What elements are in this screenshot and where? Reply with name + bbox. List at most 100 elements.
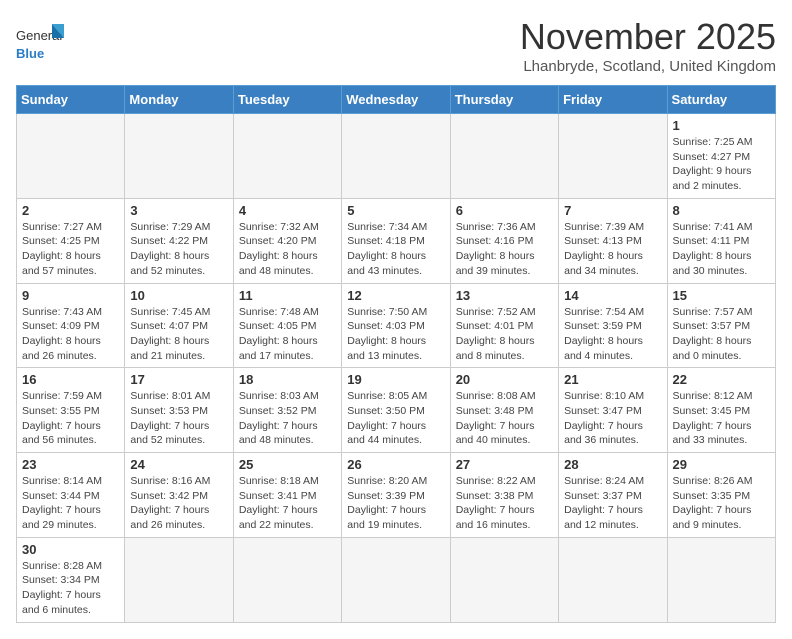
day-info: Sunrise: 7:45 AM Sunset: 4:07 PM Dayligh… <box>130 305 227 364</box>
day-number: 17 <box>130 372 227 387</box>
day-number: 26 <box>347 457 444 472</box>
day-info: Sunrise: 8:14 AM Sunset: 3:44 PM Dayligh… <box>22 474 119 533</box>
day-number: 30 <box>22 542 119 557</box>
calendar-day-cell: 25Sunrise: 8:18 AM Sunset: 3:41 PM Dayli… <box>233 453 341 538</box>
day-info: Sunrise: 8:18 AM Sunset: 3:41 PM Dayligh… <box>239 474 336 533</box>
calendar-day-cell: 13 Sunrise: 7:52 AM Sunset: 4:01 PM Dayli… <box>450 283 558 368</box>
page-header: General Blue November 2025 Lhanbryde, Sc… <box>16 16 776 75</box>
calendar-day-cell: 26 Sunrise: 8:20 AM Sunset: 3:39 PM Dayli… <box>342 453 450 538</box>
calendar-day-cell <box>450 537 558 622</box>
calendar-day-cell <box>559 114 667 199</box>
day-number: 19 <box>347 372 444 387</box>
day-number: 8 <box>673 203 770 218</box>
day-header-wednesday: Wednesday <box>342 86 450 114</box>
calendar-day-cell <box>342 537 450 622</box>
calendar-day-cell: 1 Sunrise: 7:25 AM Sunset: 4:27 PM Daylig… <box>667 114 775 199</box>
calendar-day-cell: 29 Sunrise: 8:26 AM Sunset: 3:35 PM Dayli… <box>667 453 775 538</box>
calendar-day-cell: 2 Sunrise: 7:27 AM Sunset: 4:25 PM Daylig… <box>17 198 125 283</box>
title-area: November 2025 Lhanbryde, Scotland, Unite… <box>520 16 776 75</box>
day-number: 14 <box>564 288 661 303</box>
calendar-day-cell: 7Sunrise: 7:39 AM Sunset: 4:13 PM Daylig… <box>559 198 667 283</box>
calendar-day-cell: 12 Sunrise: 7:50 AM Sunset: 4:03 PM Dayli… <box>342 283 450 368</box>
day-number: 3 <box>130 203 227 218</box>
day-header-friday: Friday <box>559 86 667 114</box>
day-number: 5 <box>347 203 444 218</box>
day-info: Sunrise: 7:50 AM Sunset: 4:03 PM Dayligh… <box>347 305 444 364</box>
calendar-day-cell: 5Sunrise: 7:34 AM Sunset: 4:18 PM Daylig… <box>342 198 450 283</box>
day-header-saturday: Saturday <box>667 86 775 114</box>
calendar-day-cell: 17 Sunrise: 8:01 AM Sunset: 3:53 PM Dayli… <box>125 368 233 453</box>
day-info: Sunrise: 7:36 AM Sunset: 4:16 PM Dayligh… <box>456 220 553 279</box>
calendar-day-cell <box>125 114 233 199</box>
month-title: November 2025 <box>520 16 776 58</box>
day-header-thursday: Thursday <box>450 86 558 114</box>
calendar-table: SundayMondayTuesdayWednesdayThursdayFrid… <box>16 85 776 623</box>
calendar-day-cell: 19Sunrise: 8:05 AM Sunset: 3:50 PM Dayli… <box>342 368 450 453</box>
day-header-monday: Monday <box>125 86 233 114</box>
calendar-week-1: 1 Sunrise: 7:25 AM Sunset: 4:27 PM Daylig… <box>17 114 776 199</box>
day-info: Sunrise: 8:26 AM Sunset: 3:35 PM Dayligh… <box>673 474 770 533</box>
day-number: 20 <box>456 372 553 387</box>
day-info: Sunrise: 7:48 AM Sunset: 4:05 PM Dayligh… <box>239 305 336 364</box>
day-info: Sunrise: 8:20 AM Sunset: 3:39 PM Dayligh… <box>347 474 444 533</box>
day-info: Sunrise: 7:57 AM Sunset: 3:57 PM Dayligh… <box>673 305 770 364</box>
calendar-day-cell: 22 Sunrise: 8:12 AM Sunset: 3:45 PM Dayli… <box>667 368 775 453</box>
location: Lhanbryde, Scotland, United Kingdom <box>520 58 776 75</box>
calendar-day-cell: 6 Sunrise: 7:36 AM Sunset: 4:16 PM Daylig… <box>450 198 558 283</box>
day-info: Sunrise: 8:01 AM Sunset: 3:53 PM Dayligh… <box>130 389 227 448</box>
day-info: Sunrise: 8:08 AM Sunset: 3:48 PM Dayligh… <box>456 389 553 448</box>
day-info: Sunrise: 8:16 AM Sunset: 3:42 PM Dayligh… <box>130 474 227 533</box>
calendar-day-cell: 16 Sunrise: 7:59 AM Sunset: 3:55 PM Dayli… <box>17 368 125 453</box>
day-info: Sunrise: 7:29 AM Sunset: 4:22 PM Dayligh… <box>130 220 227 279</box>
calendar-week-4: 16 Sunrise: 7:59 AM Sunset: 3:55 PM Dayli… <box>17 368 776 453</box>
day-number: 22 <box>673 372 770 387</box>
calendar-day-cell <box>342 114 450 199</box>
day-number: 15 <box>673 288 770 303</box>
day-number: 29 <box>673 457 770 472</box>
calendar-day-cell: 10 Sunrise: 7:45 AM Sunset: 4:07 PM Dayli… <box>125 283 233 368</box>
day-header-tuesday: Tuesday <box>233 86 341 114</box>
calendar-day-cell: 20 Sunrise: 8:08 AM Sunset: 3:48 PM Dayli… <box>450 368 558 453</box>
day-info: Sunrise: 7:52 AM Sunset: 4:01 PM Dayligh… <box>456 305 553 364</box>
calendar-week-3: 9Sunrise: 7:43 AM Sunset: 4:09 PM Daylig… <box>17 283 776 368</box>
day-info: Sunrise: 7:54 AM Sunset: 3:59 PM Dayligh… <box>564 305 661 364</box>
day-info: Sunrise: 7:25 AM Sunset: 4:27 PM Dayligh… <box>673 135 770 194</box>
logo: General Blue <box>16 22 66 67</box>
day-number: 16 <box>22 372 119 387</box>
day-number: 13 <box>456 288 553 303</box>
day-info: Sunrise: 7:27 AM Sunset: 4:25 PM Dayligh… <box>22 220 119 279</box>
day-number: 21 <box>564 372 661 387</box>
day-number: 9 <box>22 288 119 303</box>
day-number: 10 <box>130 288 227 303</box>
calendar-day-cell: 24Sunrise: 8:16 AM Sunset: 3:42 PM Dayli… <box>125 453 233 538</box>
calendar-day-cell: 30 Sunrise: 8:28 AM Sunset: 3:34 PM Dayli… <box>17 537 125 622</box>
calendar-day-cell: 14 Sunrise: 7:54 AM Sunset: 3:59 PM Dayli… <box>559 283 667 368</box>
svg-text:Blue: Blue <box>16 46 44 61</box>
calendar-day-cell <box>125 537 233 622</box>
calendar-day-cell: 23Sunrise: 8:14 AM Sunset: 3:44 PM Dayli… <box>17 453 125 538</box>
day-header-sunday: Sunday <box>17 86 125 114</box>
day-number: 6 <box>456 203 553 218</box>
day-info: Sunrise: 7:59 AM Sunset: 3:55 PM Dayligh… <box>22 389 119 448</box>
day-info: Sunrise: 8:28 AM Sunset: 3:34 PM Dayligh… <box>22 559 119 618</box>
calendar-week-5: 23Sunrise: 8:14 AM Sunset: 3:44 PM Dayli… <box>17 453 776 538</box>
day-number: 2 <box>22 203 119 218</box>
calendar-day-cell: 15 Sunrise: 7:57 AM Sunset: 3:57 PM Dayli… <box>667 283 775 368</box>
calendar-day-cell: 8 Sunrise: 7:41 AM Sunset: 4:11 PM Daylig… <box>667 198 775 283</box>
calendar-day-cell: 3 Sunrise: 7:29 AM Sunset: 4:22 PM Daylig… <box>125 198 233 283</box>
calendar-header-row: SundayMondayTuesdayWednesdayThursdayFrid… <box>17 86 776 114</box>
calendar-day-cell <box>450 114 558 199</box>
day-info: Sunrise: 7:32 AM Sunset: 4:20 PM Dayligh… <box>239 220 336 279</box>
day-info: Sunrise: 8:22 AM Sunset: 3:38 PM Dayligh… <box>456 474 553 533</box>
day-info: Sunrise: 8:24 AM Sunset: 3:37 PM Dayligh… <box>564 474 661 533</box>
calendar-day-cell <box>233 114 341 199</box>
logo-svg: General Blue <box>16 22 66 67</box>
day-info: Sunrise: 7:41 AM Sunset: 4:11 PM Dayligh… <box>673 220 770 279</box>
day-info: Sunrise: 8:12 AM Sunset: 3:45 PM Dayligh… <box>673 389 770 448</box>
calendar-day-cell: 4 Sunrise: 7:32 AM Sunset: 4:20 PM Daylig… <box>233 198 341 283</box>
day-number: 1 <box>673 118 770 133</box>
calendar-day-cell: 21Sunrise: 8:10 AM Sunset: 3:47 PM Dayli… <box>559 368 667 453</box>
calendar-day-cell <box>559 537 667 622</box>
day-number: 12 <box>347 288 444 303</box>
day-number: 4 <box>239 203 336 218</box>
